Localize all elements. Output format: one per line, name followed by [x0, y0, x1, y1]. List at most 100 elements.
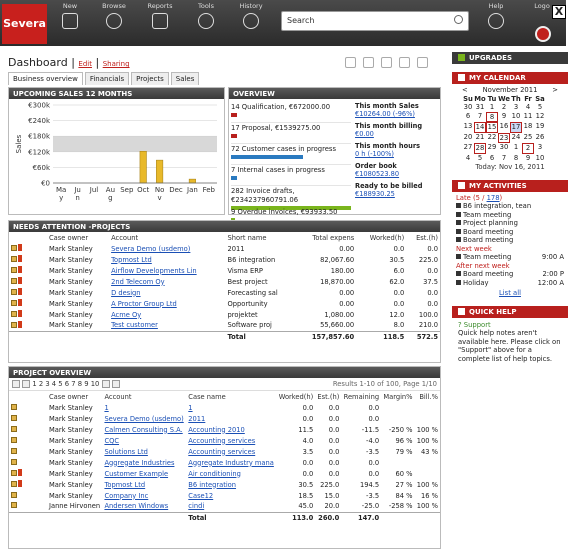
account-link[interactable]: Test customer — [111, 321, 158, 329]
quick-help-header[interactable]: QUICK HELP — [452, 305, 568, 318]
column-header[interactable]: Margin% — [381, 391, 414, 402]
tab-business-overview[interactable]: Business overview — [8, 72, 83, 85]
calendar-day[interactable]: 4 — [522, 103, 534, 112]
table-row[interactable]: Mark Stanley 2nd Telecom Oy Best project 18… — [9, 276, 440, 287]
account-link[interactable]: 2nd Telecom Oy — [111, 278, 165, 286]
next-page-button[interactable] — [101, 380, 110, 388]
calendar-day[interactable]: 23 — [498, 132, 510, 143]
print-icon[interactable] — [399, 57, 410, 68]
table-row[interactable]: Mark Stanley Topmost Ltd B6 integration 82,… — [9, 254, 440, 265]
account-link[interactable]: Severa Demo (usdemo) — [104, 415, 183, 423]
account-link[interactable]: Aggregate Industries — [104, 459, 174, 467]
calendar-day[interactable]: 13 — [462, 122, 474, 133]
table-row[interactable]: Mark Stanley Company Inc Case12 18.5 15.0 -3.… — [9, 490, 440, 501]
table-row[interactable]: Mark Stanley Aggregate Industries Aggregat… — [9, 457, 440, 468]
column-header[interactable]: Account — [102, 391, 186, 402]
case-link[interactable]: 2011 — [188, 415, 205, 423]
close-button[interactable]: X — [552, 5, 566, 19]
late-count-link[interactable]: 178 — [487, 194, 500, 202]
calendar-day[interactable]: 4 — [462, 154, 474, 163]
table-row[interactable]: Mark Stanley Acme Oy projektet 1,080.00 12.0… — [9, 309, 440, 320]
table-row[interactable]: Mark Stanley Calmen Consulting S.A. Accoun… — [9, 424, 440, 435]
column-header[interactable]: Case name — [186, 391, 276, 402]
table-row[interactable]: Mark Stanley CQC Accounting services 4.0 0.0… — [9, 435, 440, 446]
table-row[interactable]: Mark Stanley Test customer Software proj 55… — [9, 320, 440, 331]
overview-summary-link[interactable]: €10264.00 (-96%) — [355, 110, 415, 118]
case-link[interactable]: Accounting services — [188, 437, 255, 445]
calendar-day[interactable]: 28 — [474, 143, 486, 154]
calendar-day[interactable]: 30 — [462, 103, 474, 112]
case-link[interactable]: Accounting 2010 — [188, 426, 245, 434]
table-row[interactable]: Mark Stanley 1 1 0.0 0.0 0.0 — [9, 402, 440, 413]
column-header[interactable]: Worked(h) — [356, 232, 406, 243]
table-row[interactable]: Mark Stanley Airflow Developments Lin Vism… — [9, 265, 440, 276]
nav-browse[interactable]: Browse — [94, 2, 134, 44]
account-link[interactable]: Calmen Consulting S.A. — [104, 426, 182, 434]
account-link[interactable]: Solutions Ltd — [104, 448, 147, 456]
table-row[interactable]: Mark Stanley Customer Example Air conditio… — [9, 468, 440, 479]
activity-item[interactable]: Team meeting — [456, 211, 564, 220]
calendar-day[interactable]: 6 — [486, 154, 498, 163]
case-link[interactable]: Aggregate Industry mana — [188, 459, 274, 467]
account-link[interactable]: Severa Demo (usdemo) — [111, 245, 190, 253]
table-row[interactable]: Mark Stanley Solutions Ltd Accounting serv… — [9, 446, 440, 457]
account-link[interactable]: D design — [111, 289, 140, 297]
column-header[interactable]: Est.(h) — [406, 232, 440, 243]
case-link[interactable]: B6 integration — [188, 481, 236, 489]
calendar-day[interactable]: 3 — [534, 143, 546, 154]
last-page-button[interactable] — [111, 380, 120, 388]
activities-header[interactable]: MY ACTIVITIES — [452, 179, 568, 192]
activity-item[interactable]: Team meeting 9:00 A — [456, 253, 564, 262]
calendar-day[interactable]: 7 — [474, 112, 486, 123]
sharing-link[interactable]: Sharing — [103, 60, 130, 68]
overview-summary-link[interactable]: 0 h (-100%) — [355, 150, 394, 158]
column-header[interactable]: Account — [109, 232, 225, 243]
calendar-day[interactable]: 11 — [522, 112, 534, 123]
calendar-day[interactable]: 1 — [510, 143, 522, 154]
save-icon[interactable] — [363, 57, 374, 68]
calendar-day[interactable]: 31 — [474, 103, 486, 112]
severa-logo[interactable]: Severa — [2, 4, 47, 44]
calendar-day[interactable]: 5 — [474, 154, 486, 163]
account-link[interactable]: Airflow Developments Lin — [111, 267, 197, 275]
calendar-day[interactable]: 8 — [510, 154, 522, 163]
case-link[interactable]: 1 — [188, 404, 192, 412]
calendar-day[interactable]: 19 — [534, 122, 546, 133]
nav-history[interactable]: History — [231, 2, 271, 44]
tab-projects[interactable]: Projects — [131, 72, 169, 85]
column-header[interactable]: Short name — [226, 232, 296, 243]
table-row[interactable]: Janne Hirvonen Andersen Windows cindi 45.0 2… — [9, 501, 440, 512]
prev-month-button[interactable]: < — [462, 86, 468, 95]
calendar-day[interactable]: 24 — [510, 133, 522, 144]
next-month-button[interactable]: > — [552, 86, 558, 95]
calendar-day[interactable]: 18 — [522, 122, 534, 133]
overview-row[interactable]: 14 Qualification, €672000.00 — [231, 102, 351, 123]
edit-link[interactable]: Edit — [78, 60, 92, 68]
calendar-day[interactable]: 29 — [486, 143, 498, 154]
account-link[interactable]: Topmost Ltd — [111, 256, 152, 264]
first-page-button[interactable] — [12, 380, 20, 388]
support-link[interactable]: Support — [464, 321, 491, 329]
account-link[interactable]: Company Inc — [104, 492, 148, 500]
calendar-day[interactable]: 2 — [522, 143, 534, 154]
column-header[interactable]: Case owner — [47, 391, 102, 402]
calendar-day[interactable]: 26 — [534, 133, 546, 144]
table-row[interactable]: Mark StanleySevera Demo (usdemo)20110.00… — [9, 413, 440, 424]
logout-icon[interactable] — [535, 26, 551, 42]
account-link[interactable]: CQC — [104, 437, 119, 445]
overview-row[interactable]: 282 Invoice drafts, €234237960791.06 — [231, 186, 351, 210]
search-input[interactable]: Search — [281, 11, 469, 31]
nav-help[interactable]: Help — [476, 2, 516, 44]
fullscreen-icon[interactable] — [417, 57, 428, 68]
calendar-day[interactable]: 14 — [474, 122, 486, 133]
calendar-day[interactable]: 2 — [498, 103, 510, 112]
account-link[interactable]: Topmost Ltd — [104, 481, 145, 489]
table-row[interactable]: Mark Stanley A Proctor Group Ltd Opportuni… — [9, 298, 440, 309]
upgrades-header[interactable]: UPGRADES — [452, 52, 568, 64]
account-link[interactable]: Customer Example — [104, 470, 168, 478]
calendar-day[interactable]: 16 — [498, 122, 510, 133]
page-numbers[interactable]: 1 2 3 4 5 6 7 8 9 10 — [32, 380, 99, 388]
activity-item[interactable]: Project planning — [456, 219, 564, 228]
tab-financials[interactable]: Financials — [84, 72, 130, 85]
calendar-day[interactable]: 27 — [462, 143, 474, 154]
